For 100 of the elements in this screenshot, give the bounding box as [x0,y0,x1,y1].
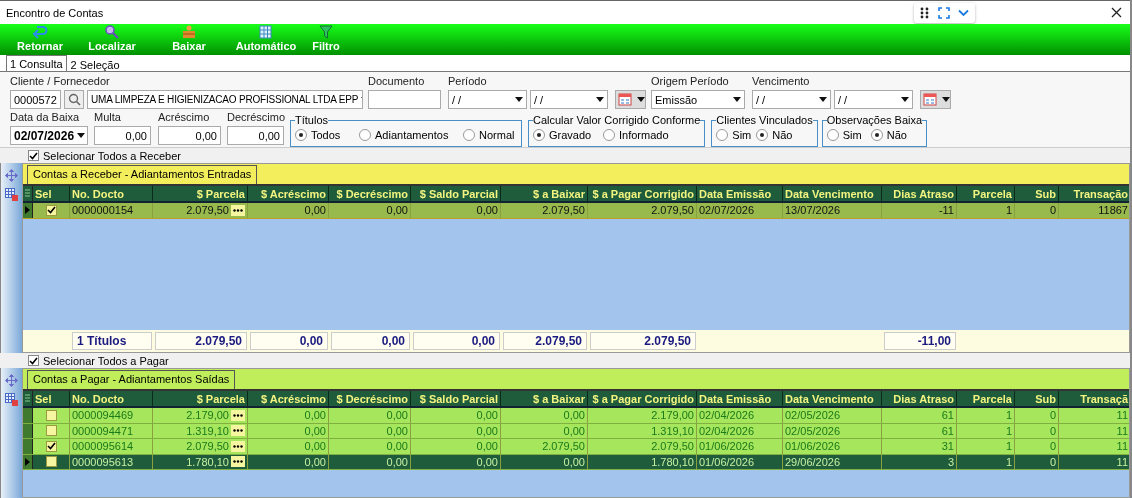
column-header[interactable]: Dias Atraso [882,186,957,201]
checkbox[interactable] [28,150,39,161]
row-checkbox[interactable] [45,425,57,437]
column-header[interactable]: Data Emissão [697,186,783,201]
radio-button[interactable] [359,129,371,141]
column-header[interactable]: $ Saldo Parcial [411,391,501,406]
move-icon[interactable] [5,374,18,387]
calendar-button[interactable] [920,90,951,109]
close-icon[interactable] [1111,7,1122,18]
radio-option[interactable]: Normal [463,129,517,141]
column-header[interactable]: $ a Pagar Corrigido [588,391,697,406]
table-cell: 2.079,50 [501,439,588,454]
date-combo[interactable]: / / [752,90,831,109]
tab[interactable]: 1 Consulta [6,55,67,71]
search-button[interactable] [64,90,84,109]
column-header[interactable]: No. Docto [70,391,153,406]
code-field[interactable]: 0000572 [10,90,61,109]
column-header[interactable]: $ Parcela [153,391,248,406]
chevron-down-icon[interactable] [958,8,969,17]
radio-option[interactable]: Não [756,129,797,141]
column-header[interactable]: No. Docto [70,186,153,201]
table-row[interactable]: 0000000154 2.079,50 0,00 0,00 0,00 2.079,50 2.079,50 02/07/2026 13/07/2026 -11 1 0 11867 [23,203,1129,219]
radio-button[interactable] [533,129,545,141]
total-field: 0,00 [331,332,410,350]
caret-icon [819,97,827,102]
radio-button[interactable] [870,129,883,141]
radio-button[interactable] [826,129,839,141]
row-indicator[interactable] [23,203,33,218]
table-cell: 02/07/2026 [697,203,783,218]
row-indicator[interactable] [23,454,33,469]
radio-button[interactable] [603,129,615,141]
date-combo[interactable]: / / [448,90,527,109]
column-header[interactable]: $ a Baixar [501,391,588,406]
table-cell: 0,00 [501,408,588,423]
table-cell: 01/06/2026 [783,439,882,454]
amount-field[interactable]: 0,00 [94,126,151,145]
calendar-button[interactable] [615,90,646,109]
column-header[interactable]: Data Emissão [697,391,783,406]
column-header[interactable]: Dias Atraso [882,391,957,406]
document-field[interactable] [368,90,441,109]
radio-option[interactable]: Sim [716,129,757,141]
more-button[interactable] [231,456,245,468]
column-header[interactable]: $ Acréscimo [248,186,329,201]
table-cell: 1.780,10 [186,455,229,468]
grid-settings-icon[interactable] [5,393,18,406]
table-cell: 1 [957,423,1015,438]
column-header[interactable]: $ Saldo Parcial [411,186,501,201]
amount-field[interactable]: 0,00 [158,126,221,145]
grid-tab[interactable]: Contas a Receber - Adiantamentos Entradas [27,165,258,184]
more-button[interactable] [231,425,245,437]
amount-field[interactable]: 0,00 [227,126,284,145]
column-header[interactable]: Sub [1015,391,1059,406]
radio-button[interactable] [716,129,729,141]
radio-button[interactable] [295,129,307,141]
column-header[interactable]: $ Parcela [153,186,248,201]
radio-option[interactable]: Não [870,129,911,141]
column-header[interactable]: Data Vencimento [783,391,882,406]
more-button[interactable] [231,440,245,452]
radio-option[interactable]: Adiantamentos [359,129,463,141]
row-checkbox[interactable] [45,204,57,216]
radio-option[interactable]: Gravado [533,129,603,141]
move-icon[interactable] [5,169,18,182]
column-header[interactable]: Parcela [957,391,1015,406]
radio-option[interactable]: Todos [295,129,359,141]
radio-button[interactable] [463,129,475,141]
table-cell: 11 [1059,423,1129,438]
radio-button[interactable] [756,129,769,141]
row-checkbox[interactable] [45,456,57,468]
radio-option[interactable]: Informado [603,129,683,141]
column-header[interactable]: $ Decréscimo [329,186,411,201]
radio-option[interactable]: Sim [826,129,871,141]
checkbox[interactable] [28,355,39,366]
column-header[interactable]: $ a Baixar [501,186,588,201]
table-row[interactable]: 0000095614 2.079,50 0,00 0,00 0,00 2.079,50 2.079,50 01/06/2026 01/06/2026 31 1 0 11 [23,439,1129,455]
column-header[interactable]: Parcela [957,186,1015,201]
client-combo[interactable]: UMA LIMPEZA E HIGIENIZACAO PROFISSIONAL LTDA EPP [87,90,363,109]
row-indicator[interactable] [23,423,33,438]
row-checkbox[interactable] [45,440,57,452]
date-combo[interactable]: / / [530,90,608,109]
drag-handle-icon[interactable] [920,6,930,19]
grid-tab[interactable]: Contas a Pagar - Adiantamentos Saídas [27,370,236,389]
column-header[interactable]: $ Acréscimo [248,391,329,406]
column-header[interactable]: Data Vencimento [783,186,882,201]
table-row[interactable]: 0000094469 2.179,00 0,00 0,00 0,00 0,00 2.179,00 02/04/2026 02/05/2026 61 1 0 11 [23,408,1129,424]
column-header[interactable]: Transação [1059,186,1129,201]
fullscreen-icon[interactable] [938,6,950,19]
column-header[interactable]: $ Decréscimo [329,391,411,406]
column-header[interactable]: Transaçã [1059,391,1129,406]
column-header[interactable]: Sub [1015,186,1059,201]
origin-combo[interactable]: Emissão [651,90,745,109]
column-header[interactable]: $ a Pagar Corrigido [588,186,697,201]
table-cell: 0,00 [248,203,329,218]
more-button[interactable] [231,409,245,421]
column-header[interactable]: Sel [33,186,70,201]
row-checkbox[interactable] [45,409,57,421]
grid-settings-icon[interactable] [5,188,18,201]
more-button[interactable] [231,204,245,216]
date-combo[interactable]: / / [834,90,913,109]
column-header[interactable]: Sel [33,391,70,406]
date-combo[interactable]: 02/07/2026 [10,126,88,145]
